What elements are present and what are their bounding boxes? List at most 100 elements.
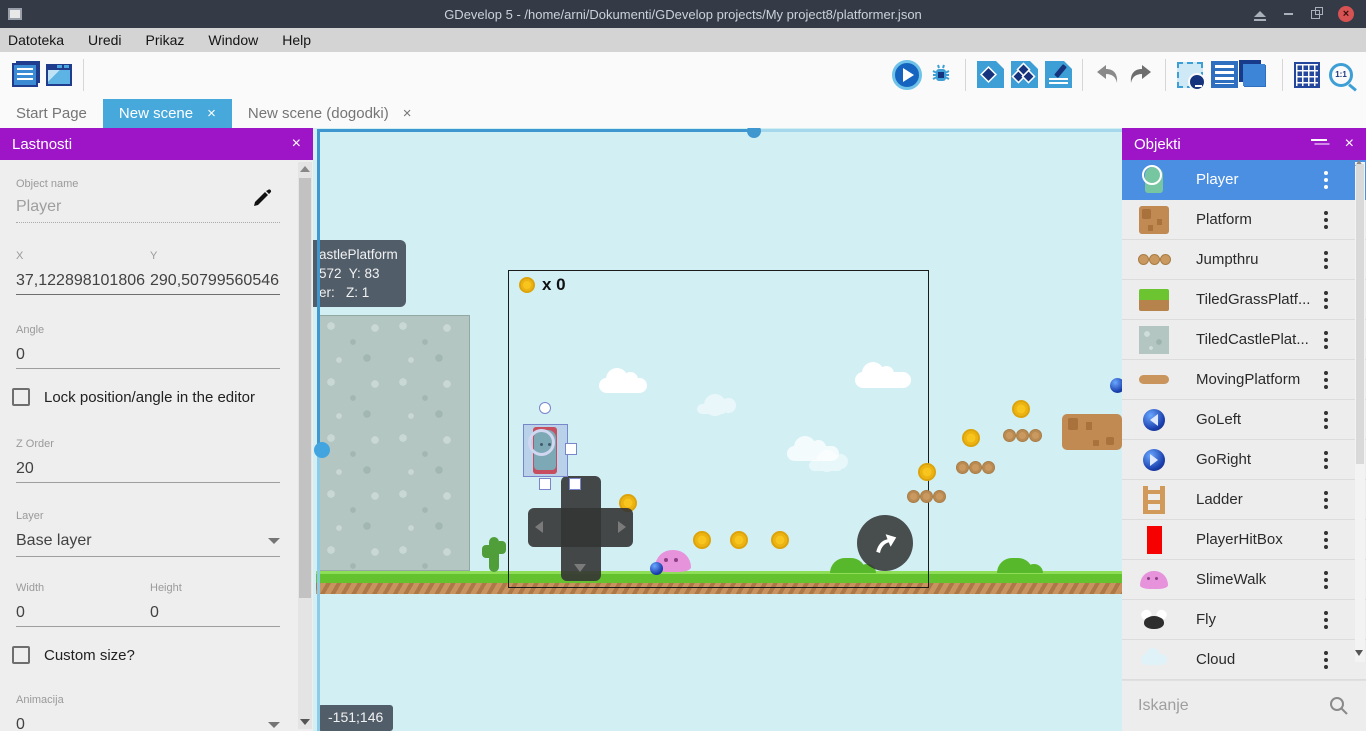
width-value[interactable]: 0 (16, 604, 25, 622)
coin-instance[interactable] (771, 531, 789, 549)
grid-button[interactable] (1290, 58, 1324, 92)
z-order-value[interactable]: 20 (16, 460, 34, 478)
more-options-icon[interactable] (1324, 218, 1328, 222)
coin-instance[interactable] (918, 463, 936, 481)
tab-close-icon[interactable]: × (403, 105, 412, 122)
tab-new-scene[interactable]: New scene× (103, 99, 232, 128)
resize-handle-bottom-left[interactable] (539, 478, 551, 490)
more-options-icon[interactable] (1324, 338, 1328, 342)
chevron-down-icon[interactable] (268, 538, 280, 544)
rotation-handle[interactable] (539, 402, 551, 414)
goright-instance[interactable] (1110, 378, 1122, 393)
jumpthru-instance[interactable] (1003, 429, 1042, 442)
menu-item-prikaz[interactable]: Prikaz (146, 32, 185, 48)
scroll-down-icon[interactable] (1355, 650, 1363, 656)
tab-start-page[interactable]: Start Page (0, 99, 103, 128)
angle-value[interactable]: 0 (16, 346, 25, 364)
bush[interactable] (997, 558, 1033, 573)
menu-item-uredi[interactable]: Uredi (88, 32, 121, 48)
object-item-platform[interactable]: Platform (1122, 200, 1366, 240)
object-item-tiledgrassplatf-[interactable]: TiledGrassPlatf... (1122, 280, 1366, 320)
more-options-icon[interactable] (1324, 658, 1328, 662)
more-options-icon[interactable] (1324, 618, 1328, 622)
more-options-icon[interactable] (1324, 458, 1328, 462)
delete-selection-button[interactable] (1173, 58, 1207, 92)
scroll-down-icon[interactable] (300, 719, 310, 725)
edit-pencil-icon[interactable] (250, 188, 272, 210)
preview-button[interactable] (890, 58, 924, 92)
object-search[interactable]: Iskanje (1122, 680, 1366, 731)
scrollbar-thumb[interactable] (1356, 164, 1364, 464)
scrollbar-thumb[interactable] (314, 442, 330, 458)
layer-value[interactable]: Base layer (16, 532, 92, 550)
custom-size-checkbox[interactable] (12, 646, 30, 664)
tab-close-icon[interactable]: × (207, 105, 216, 122)
more-options-icon[interactable] (1324, 378, 1328, 382)
goleft-instance[interactable] (650, 562, 663, 575)
scroll-up-icon[interactable] (300, 166, 310, 172)
menu-item-datoteka[interactable]: Datoteka (8, 32, 64, 48)
object-item-cloud[interactable]: Cloud (1122, 640, 1366, 680)
close-icon[interactable]: × (1345, 135, 1354, 153)
cactus[interactable] (489, 537, 499, 572)
more-options-icon[interactable] (1324, 498, 1328, 502)
project-manager-button[interactable] (8, 58, 42, 92)
object-item-goleft[interactable]: GoLeft (1122, 400, 1366, 440)
object-item-slimewalk[interactable]: SlimeWalk (1122, 560, 1366, 600)
filter-icon[interactable] (1311, 139, 1327, 149)
properties-scrollbar[interactable] (298, 162, 312, 729)
more-options-icon[interactable] (1324, 538, 1328, 542)
edit-scene-button[interactable] (1041, 58, 1075, 92)
castle-platform-instance[interactable] (318, 315, 470, 571)
menu-item-help[interactable]: Help (282, 32, 311, 48)
more-options-icon[interactable] (1324, 178, 1328, 182)
object-item-playerhitbox[interactable]: PlayerHitBox (1122, 520, 1366, 560)
object-item-movingplatform[interactable]: MovingPlatform (1122, 360, 1366, 400)
object-item-goright[interactable]: GoRight (1122, 440, 1366, 480)
scene-canvas[interactable]: x 0 (313, 128, 1122, 731)
canvas-vertical-scrollbar[interactable] (317, 129, 320, 731)
menu-item-window[interactable]: Window (208, 32, 258, 48)
add-object-button[interactable] (973, 58, 1007, 92)
object-name-value[interactable]: Player (16, 198, 61, 216)
lock-position-checkbox[interactable] (12, 388, 30, 406)
scrollbar-thumb[interactable] (299, 178, 311, 598)
more-options-icon[interactable] (1324, 578, 1328, 582)
object-item-player[interactable]: Player (1122, 160, 1366, 200)
keep-above-icon[interactable] (1254, 11, 1266, 17)
coin-instance[interactable] (962, 429, 980, 447)
add-objects-button[interactable] (1007, 58, 1041, 92)
redo-button[interactable] (1124, 58, 1158, 92)
coin-instance[interactable] (730, 531, 748, 549)
y-value[interactable]: 290,50799560546 (150, 272, 279, 290)
scrollbar-thumb[interactable] (747, 128, 761, 138)
resize-handle-right[interactable] (565, 443, 577, 455)
chevron-down-icon[interactable] (268, 722, 280, 728)
start-page-button[interactable] (42, 58, 76, 92)
height-value[interactable]: 0 (150, 604, 159, 622)
zoom-reset-button[interactable]: 1:1 (1324, 58, 1358, 92)
close-icon[interactable]: × (292, 135, 301, 153)
object-item-tiledcastleplat-[interactable]: TiledCastlePlat... (1122, 320, 1366, 360)
minimize-icon[interactable] (1284, 13, 1293, 15)
layers-button[interactable] (1241, 58, 1275, 92)
object-item-ladder[interactable]: Ladder (1122, 480, 1366, 520)
tab-new-scene-events[interactable]: New scene (dogodki)× (232, 99, 428, 128)
coin-instance[interactable] (693, 531, 711, 549)
animation-value[interactable]: 0 (16, 716, 25, 731)
platform-instance[interactable] (1062, 414, 1122, 450)
canvas-horizontal-scrollbar[interactable] (317, 129, 1122, 132)
jump-button-instance[interactable] (857, 515, 913, 571)
coin-instance[interactable] (1012, 400, 1030, 418)
object-item-fly[interactable]: Fly (1122, 600, 1366, 640)
restore-icon[interactable] (1311, 10, 1320, 19)
more-options-icon[interactable] (1324, 298, 1328, 302)
jumpthru-instance[interactable] (956, 461, 995, 474)
jumpthru-instance[interactable] (907, 490, 946, 503)
object-item-jumpthru[interactable]: Jumpthru (1122, 240, 1366, 280)
more-options-icon[interactable] (1324, 418, 1328, 422)
search-input[interactable]: Iskanje (1138, 697, 1328, 715)
undo-button[interactable] (1090, 58, 1124, 92)
debug-button[interactable] (924, 58, 958, 92)
x-value[interactable]: 37,122898101806 (16, 272, 145, 290)
